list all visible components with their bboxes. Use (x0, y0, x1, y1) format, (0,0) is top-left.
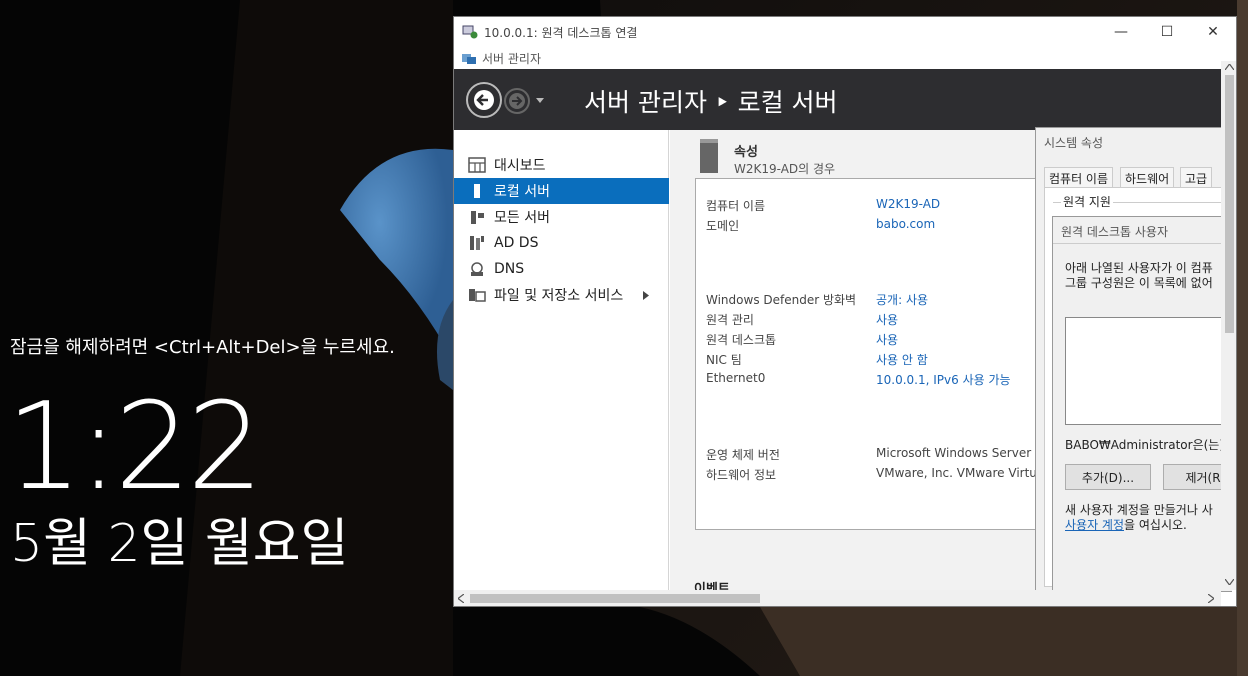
maximize-button[interactable]: ☐ (1144, 17, 1190, 47)
property-label: Windows Defender 방화벽 (706, 293, 857, 307)
property-label: 운영 체제 버전 (706, 448, 780, 462)
vertical-scrollbar[interactable] (1221, 61, 1236, 590)
property-label: NIC 팀 (706, 353, 742, 367)
users-listbox[interactable] (1065, 317, 1235, 425)
server-icon (474, 184, 480, 198)
title-divider (1053, 243, 1233, 244)
horizontal-scrollbar[interactable] (454, 590, 1221, 606)
minimize-button[interactable]: — (1098, 17, 1144, 47)
tab-advanced[interactable]: 고급 (1180, 167, 1213, 187)
dialog-title: 시스템 속성 (1044, 136, 1104, 150)
arrow-right-icon (509, 93, 525, 109)
footer-line-2: 사용자 계정을 여십시오. (1065, 516, 1187, 533)
server-manager-header: 서버 관리자 ‣ 로컬 서버 (454, 69, 1221, 130)
tab-computer-name[interactable]: 컴퓨터 이름 (1044, 167, 1114, 187)
lock-date: 5월 2일 월요일 (10, 514, 349, 574)
server-manager-icon (462, 54, 476, 64)
page-title: 서버 관리자 ‣ 로컬 서버 (584, 88, 838, 117)
chevron-right-icon[interactable] (642, 291, 650, 300)
sidebar-item-label: DNS (494, 261, 525, 277)
lock-clock: 1:22 (6, 378, 263, 517)
server-tower-icon (700, 139, 718, 173)
sidebar-item-dashboard[interactable]: 대시보드 (454, 152, 669, 178)
remote-desktop-icon (462, 25, 478, 39)
sidebar-item-all-servers[interactable]: 모든 서버 (454, 204, 669, 230)
firewall-link[interactable]: 공개: 사용 (876, 291, 928, 308)
remote-management-link[interactable]: 사용 (876, 311, 898, 328)
horizontal-scroll-thumb[interactable] (470, 594, 760, 603)
scroll-right-icon[interactable] (1208, 594, 1214, 603)
sidebar-item-label: 모든 서버 (494, 210, 550, 226)
properties-subheading: W2K19-AD의 경우 (734, 162, 836, 176)
scroll-down-icon[interactable] (1225, 579, 1234, 585)
nic-teaming-link[interactable]: 사용 안 함 (876, 351, 928, 368)
rdp-titlebar[interactable]: 10.0.0.1: 원격 데스크톱 연결 — ☐ ✕ (454, 17, 1236, 47)
os-version-value: Microsoft Windows Server 20 (876, 446, 1051, 460)
vertical-scroll-thumb[interactable] (1225, 75, 1234, 333)
description-line-2: 그룹 구성원은 이 목록에 없어 (1065, 276, 1213, 290)
sidebar-item-ad-ds[interactable]: AD DS (454, 230, 669, 256)
unlock-hint: 잠금을 해제하려면 <Ctrl+Alt+Del>을 누르세요. (10, 337, 395, 358)
property-label: 컴퓨터 이름 (706, 199, 766, 213)
rdp-window-title: 10.0.0.1: 원격 데스크톱 연결 (484, 25, 638, 40)
remote-desktop-link[interactable]: 사용 (876, 331, 898, 348)
sidebar-item-label: AD DS (494, 235, 539, 251)
server-manager-caption: 서버 관리자 (454, 47, 1236, 69)
remote-assistance-group-label: 원격 지원 (1061, 193, 1113, 210)
property-label: 원격 관리 (706, 313, 754, 327)
server-manager-caption-label: 서버 관리자 (482, 51, 542, 66)
properties-heading: 속성 (734, 145, 758, 160)
dns-icon (471, 262, 483, 276)
property-label: 원격 데스크톱 (706, 333, 777, 347)
domain-link[interactable]: babo.com (876, 217, 935, 231)
user-accounts-link[interactable]: 사용자 계정 (1065, 518, 1124, 532)
chevron-down-icon[interactable] (535, 97, 545, 105)
dialog-title: 원격 데스크톱 사용자 (1061, 225, 1168, 239)
arrow-left-icon (474, 90, 494, 110)
sidebar-item-label: 로컬 서버 (494, 184, 550, 200)
close-button[interactable]: ✕ (1190, 17, 1236, 47)
sidebar-item-file-storage[interactable]: 파일 및 저장소 서비스 (454, 282, 669, 308)
ethernet-link[interactable]: 10.0.0.1, IPv6 사용 가능 (876, 371, 1011, 388)
property-label: 도메인 (706, 219, 740, 233)
footer-suffix: 을 여십시오. (1124, 518, 1187, 532)
sidebar-item-label: 파일 및 저장소 서비스 (494, 288, 624, 304)
property-label: Ethernet0 (706, 371, 766, 385)
remote-desktop-users-dialog[interactable]: 원격 데스크톱 사용자 아래 나열된 사용자가 이 컴퓨 그룹 구성원은 이 목… (1052, 216, 1236, 592)
file-storage-icon (469, 289, 486, 302)
add-button[interactable]: 추가(D)... (1065, 464, 1151, 490)
rdp-window[interactable]: 10.0.0.1: 원격 데스크톱 연결 — ☐ ✕ 서버 관리자 서버 관리자 (453, 16, 1237, 607)
tab-hardware[interactable]: 하드웨어 (1120, 167, 1175, 187)
sidebar: 대시보드 로컬 서버 모든 서버 AD DS DNS 파일 및 저장소 서비스 (454, 130, 669, 590)
adds-icon (470, 236, 484, 250)
sidebar-item-local-server[interactable]: 로컬 서버 (454, 178, 669, 204)
sidebar-item-label: 대시보드 (494, 158, 546, 174)
forward-button[interactable] (504, 88, 530, 114)
scroll-left-icon[interactable] (458, 594, 464, 603)
property-label: 하드웨어 정보 (706, 468, 777, 482)
sidebar-item-dns[interactable]: DNS (454, 256, 669, 282)
servers-icon (471, 211, 484, 224)
computer-name-link[interactable]: W2K19-AD (876, 197, 940, 211)
scroll-up-icon[interactable] (1225, 64, 1234, 70)
membership-status-text: BABO₩Administrator은(는) 이 (1065, 438, 1237, 452)
back-button[interactable] (466, 82, 502, 118)
hardware-info-value: VMware, Inc. VMware Virtual (876, 466, 1048, 480)
dashboard-icon (468, 157, 486, 173)
